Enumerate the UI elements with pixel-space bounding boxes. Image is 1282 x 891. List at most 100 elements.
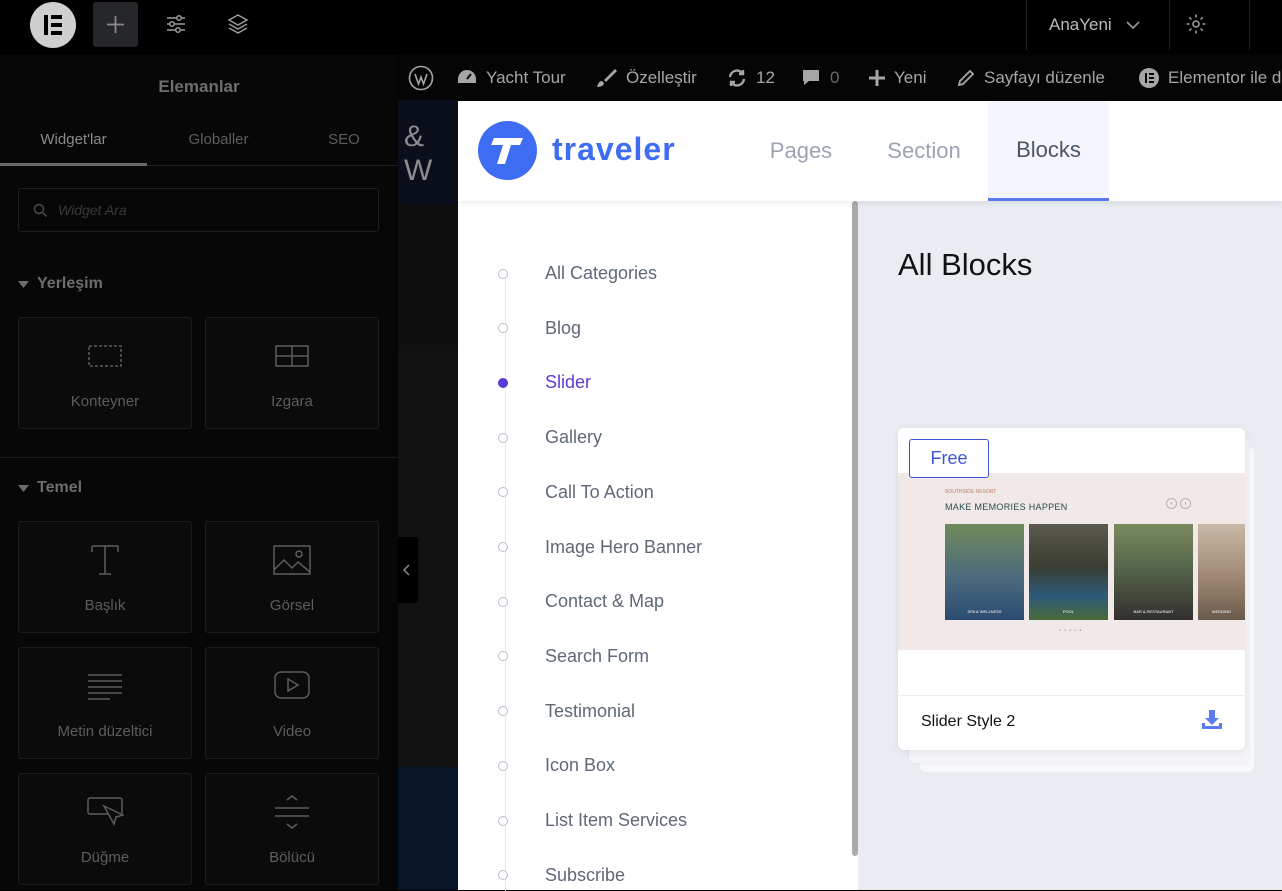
category-item[interactable]: Slider [498, 372, 591, 393]
caret-down-icon [18, 280, 29, 288]
tab-globals[interactable]: Globaller [147, 131, 290, 148]
section-divider [0, 457, 398, 458]
grid-icon [274, 344, 310, 368]
tab-seo[interactable]: SEO [290, 131, 398, 148]
traveler-logo-icon [478, 121, 537, 180]
category-label: Icon Box [545, 755, 616, 776]
layers-icon[interactable] [227, 13, 249, 35]
block-thumbnail[interactable]: SOUTHSIDE RESORT MAKE MEMORIES HAPPEN ‹ … [898, 473, 1245, 650]
thumbnail-image: BAR & RESTAURANT [1114, 524, 1193, 620]
category-dot-icon [498, 542, 508, 552]
modal-header: traveler Pages Section Blocks [458, 101, 1282, 201]
category-item[interactable]: Call To Action [498, 482, 654, 503]
category-item[interactable]: Image Hero Banner [498, 537, 702, 558]
preview-section [398, 204, 458, 351]
refresh-icon [726, 68, 748, 88]
category-item[interactable]: List Item Services [498, 810, 687, 831]
tab-widgets[interactable]: Widget'lar [0, 131, 147, 148]
thumbnail-image: SPA & WELLNESS [945, 524, 1024, 620]
widget-label: Metin düzeltici [57, 723, 153, 740]
thumbnail-kicker: SOUTHSIDE RESORT [945, 489, 997, 495]
section-header-layout[interactable]: Yerleşim [18, 275, 103, 293]
site-link[interactable]: Yacht Tour [456, 55, 566, 100]
collapse-panel-button[interactable] [398, 537, 418, 603]
category-dot-icon [498, 596, 508, 607]
settings-button[interactable] [1169, 0, 1250, 50]
page-selector[interactable]: AnaYeni [1026, 0, 1169, 50]
section-title: Yerleşim [37, 275, 103, 292]
container-icon [87, 344, 123, 368]
widget-container[interactable]: Konteyner [18, 317, 192, 429]
category-item[interactable]: Icon Box [498, 755, 615, 776]
category-label: Blog [545, 317, 582, 338]
widget-grid[interactable]: Izgara [205, 317, 379, 429]
page-name: AnaYeni [1049, 15, 1112, 34]
heading-icon [87, 542, 123, 578]
widget-divider[interactable]: Bölücü [205, 773, 379, 885]
category-item[interactable]: Search Form [498, 646, 649, 667]
category-dot-icon [498, 760, 508, 771]
widget-panel: Elemanlar Widget'lar Globaller SEO Widge… [0, 55, 398, 890]
tab-pages[interactable]: Pages [745, 101, 857, 201]
thumbnail-title: MAKE MEMORIES HAPPEN [945, 502, 1068, 512]
category-label: All Categories [545, 263, 658, 283]
comment-icon [800, 68, 822, 88]
category-item[interactable]: Testimonial [498, 701, 635, 722]
panel-title: Elemanlar [158, 77, 240, 96]
block-card[interactable]: Free SOUTHSIDE RESORT MAKE MEMORIES HAPP… [898, 428, 1245, 750]
widget-heading[interactable]: Başlık [18, 521, 192, 633]
widget-text-editor[interactable]: Metin düzeltici [18, 647, 192, 759]
comments-link[interactable]: 0 [800, 55, 839, 100]
section-header-basic[interactable]: Temel [18, 479, 82, 497]
free-badge: Free [909, 439, 989, 478]
widget-image[interactable]: Görsel [205, 521, 379, 633]
category-item[interactable]: All Categories [498, 263, 657, 284]
category-item[interactable]: Subscribe [498, 865, 625, 886]
category-label: List Item Services [545, 810, 688, 830]
elementor-logo-icon[interactable] [30, 2, 76, 48]
arrow-right-icon: › [1180, 498, 1191, 509]
category-label: Slider [545, 372, 592, 393]
page-preview: & W [398, 100, 458, 890]
add-element-button[interactable] [93, 2, 138, 47]
edit-page-link[interactable]: Sayfayı düzenle [956, 55, 1105, 100]
wordpress-logo-icon[interactable] [408, 55, 434, 100]
tab-blocks[interactable]: Blocks [988, 101, 1109, 201]
category-label: Image Hero Banner [545, 536, 703, 557]
text-editor-icon [86, 672, 124, 700]
category-label: Gallery [545, 427, 603, 448]
wp-admin-bar: Yacht Tour Özelleştir 12 0 Yeni Sayfayı … [398, 55, 1282, 100]
download-icon[interactable] [1201, 709, 1223, 731]
updates-link[interactable]: 12 [726, 55, 775, 100]
widget-button[interactable]: Düğme [18, 773, 192, 885]
category-item[interactable]: Blog [498, 318, 581, 339]
search-icon [33, 203, 48, 218]
customize-link[interactable]: Özelleştir [596, 55, 697, 100]
category-label: Subscribe [545, 864, 626, 885]
editor-topbar: AnaYeni [0, 0, 1282, 55]
preview-footer [398, 767, 458, 890]
elementor-link[interactable]: Elementor ile d [1138, 55, 1281, 100]
sliders-icon[interactable] [165, 13, 187, 35]
card-divider [898, 695, 1245, 696]
gear-icon [1185, 13, 1207, 35]
dashboard-icon [456, 68, 478, 88]
category-dot-icon [498, 706, 508, 717]
category-item[interactable]: Contact & Map [498, 591, 664, 612]
section-title: Temel [37, 479, 83, 496]
widget-search[interactable]: Widget Ara [18, 188, 379, 232]
category-dot-icon [498, 870, 508, 881]
search-placeholder: Widget Ara [58, 202, 127, 218]
category-label: Testimonial [545, 700, 636, 721]
new-link[interactable]: Yeni [868, 55, 926, 100]
plus-icon [868, 69, 886, 87]
tab-section[interactable]: Section [868, 101, 980, 201]
thumbnail-image: WEDDING [1198, 524, 1245, 620]
widget-label: Görsel [269, 597, 315, 614]
active-tab-indicator [0, 163, 147, 166]
chevron-left-icon [403, 564, 411, 576]
brush-icon [596, 68, 618, 88]
widget-video[interactable]: Video [205, 647, 379, 759]
block-name: Slider Style 2 [921, 713, 1016, 730]
category-item[interactable]: Gallery [498, 427, 602, 448]
